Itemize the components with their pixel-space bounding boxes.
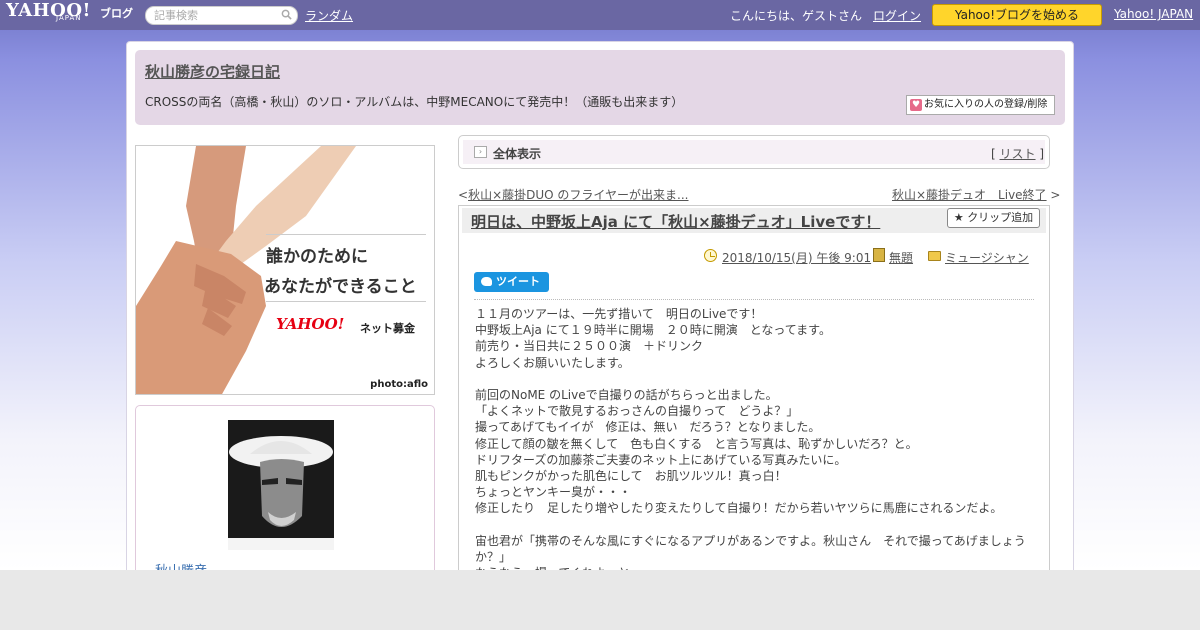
yahoo-japan-link[interactable]: Yahoo! JAPAN: [1114, 7, 1193, 21]
list-link[interactable]: リスト: [1000, 147, 1036, 161]
body-line: 「よくネットで散見するおっさんの自撮りって どうよ？」: [475, 404, 799, 419]
start-blog-button[interactable]: Yahoo!ブログを始める: [932, 4, 1102, 26]
blog-logo-label[interactable]: ブログ: [100, 5, 133, 21]
heart-icon: ♥: [910, 99, 922, 111]
clip-add-button[interactable]: ★ クリップ追加: [947, 208, 1040, 228]
blog-description: CROSSの両名（高橋・秋山）のソロ・アルバムは、中野MECANOにて発売中！（…: [145, 95, 684, 109]
body-line: 前回のNoME のLiveで自撮りの話がちらっと出ました。: [475, 388, 778, 402]
favorite-register-button[interactable]: ♥ お気に入りの人の登録/削除: [906, 95, 1055, 115]
bottom-band: [0, 570, 1200, 630]
clip-add-label: クリップ追加: [967, 211, 1034, 224]
ad-brand-service: ネット募金: [360, 322, 415, 335]
next-arrow: >: [1050, 188, 1061, 202]
body-line: 中野坂上Aja にて１９時半に開場 ２０時に開演 となってます。: [475, 323, 831, 338]
body-line: 修正したり 足したり増やしたり変えたりして自撮り！だから若いヤツらに馬鹿にされる…: [475, 501, 1003, 516]
avatar[interactable]: [228, 420, 334, 550]
search-input[interactable]: [154, 9, 274, 22]
twitter-bird-icon: [481, 277, 492, 286]
next-article-link[interactable]: 秋山×藤掛デュオ Live終了: [892, 188, 1047, 202]
article-date: 2018/10/15(月) 午後 9:01: [722, 249, 871, 266]
article-category: ミュージシャン: [945, 249, 1029, 266]
all-view-bar-inner: [463, 140, 1045, 164]
ad-divider-top: [266, 234, 426, 235]
article-date-link[interactable]: 2018/10/15(月) 午後 9:01: [722, 251, 871, 265]
list-bracket-open: [: [991, 147, 996, 161]
article-divider: [474, 299, 1034, 300]
clock-icon: [704, 249, 717, 262]
all-view-label[interactable]: 全体表示: [493, 145, 541, 162]
favorite-register-label: お気に入りの人の登録/削除: [924, 99, 1048, 110]
donation-ad-banner[interactable]: 誰かのために あなたができること YAHOO! ネット募金 photo:aflo: [135, 145, 435, 395]
next-article-nav: 秋山×藤掛デュオ Live終了 >: [892, 186, 1060, 203]
tweet-label: ツイート: [496, 275, 540, 288]
tweet-button[interactable]: ツイート: [474, 272, 549, 292]
body-line: [475, 371, 1035, 387]
article-category-link[interactable]: ミュージシャン: [945, 251, 1029, 265]
article-title[interactable]: 明日は、中野坂上Aja にて「秋山×藤掛デュオ」Liveです！: [471, 211, 880, 232]
ad-brand-logo: YAHOO!: [276, 315, 345, 333]
theme-book-icon: [873, 248, 885, 262]
prev-article-nav: <秋山×藤掛DUO のフライヤーが出来ま...: [458, 186, 689, 203]
folder-icon: [928, 251, 941, 261]
body-line: ドリフターズの加藤茶ご夫妻のネット上にあげている写真みたいに。: [475, 452, 847, 467]
article-theme: 無題: [889, 249, 913, 266]
prev-arrow: <: [458, 188, 469, 202]
article-theme-link[interactable]: 無題: [889, 251, 913, 265]
login-link[interactable]: ログイン: [873, 7, 921, 24]
body-line: 修正して顔の皺を無くして 色も白くする と言う写真は、恥ずかしいだろ？と。: [475, 436, 918, 451]
article-body: １１月のツアーは、一先ず措いて 明日のLiveです！ 中野坂上Aja にて１９時…: [475, 306, 1035, 581]
search-icon[interactable]: [281, 9, 292, 20]
random-link[interactable]: ランダム: [305, 7, 353, 24]
body-line: 前売り・当日共に２５００演 ＋ドリンク: [475, 339, 704, 354]
greeting-text: こんにちは、ゲストさん: [730, 9, 863, 23]
hands-image: [136, 146, 356, 394]
avatar-photo: [228, 420, 334, 550]
ad-photo-credit: photo:aflo: [370, 379, 428, 390]
body-line: 撮ってあげてもイイが 修正は、無い だろう？となりました。: [475, 420, 821, 435]
star-icon: ★: [953, 211, 964, 224]
yahoo-logo-sub: JAPAN: [56, 14, 82, 22]
ad-divider-bottom: [266, 301, 426, 302]
search-box: [145, 6, 298, 25]
body-line: 肌もピンクがかった肌色にして お肌ツルツル！真っ白！: [475, 469, 787, 484]
prev-article-link[interactable]: 秋山×藤掛DUO のフライヤーが出来ま...: [468, 188, 688, 202]
body-line: 宙也君が「携帯のそんな風にすぐになるアプリがあるンですよ。秋山さん それで撮って…: [475, 533, 1026, 565]
ad-headline-2: あなたができること: [264, 277, 417, 297]
all-view-bar: [458, 135, 1050, 169]
ad-headline-1: 誰かのために: [266, 247, 368, 267]
arrow-right-icon: ›: [474, 146, 487, 158]
body-line: １１月のツアーは、一先ず措いて 明日のLiveです！: [475, 307, 763, 321]
top-bar: YAHOO! JAPAN ブログ ランダム こんにちは、ゲストさん ログイン Y…: [0, 0, 1200, 30]
list-bracket-close: ]: [1039, 147, 1045, 161]
body-line: よろしくお願いいたします。: [475, 355, 630, 370]
body-line: ちょっとヤンキー臭が・・・: [475, 485, 632, 500]
list-link-group: [ リスト ]: [991, 145, 1044, 162]
blog-title[interactable]: 秋山勝彦の宅録日記: [145, 61, 280, 82]
body-line: [475, 517, 1035, 533]
